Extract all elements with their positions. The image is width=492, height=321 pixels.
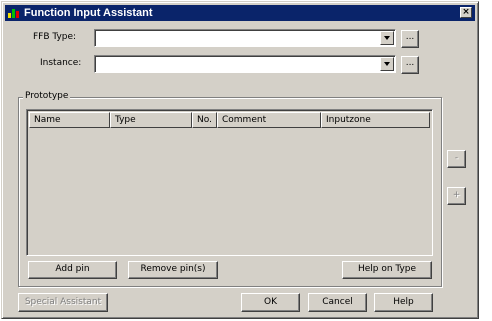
column-header-type[interactable]: Type — [110, 112, 192, 128]
column-header-name[interactable]: Name — [29, 112, 110, 128]
title-bar: Function Input Assistant × — [5, 5, 475, 21]
prototype-table[interactable]: Name Type No. Comment Inputzone — [26, 109, 433, 256]
ffb-type-browse-button[interactable]: ... — [401, 30, 419, 48]
column-header-comment[interactable]: Comment — [217, 112, 321, 128]
instance-combo[interactable] — [94, 55, 396, 73]
window-title: Function Input Assistant — [24, 7, 153, 19]
prototype-group-label: Prototype — [23, 91, 71, 101]
ok-button[interactable]: OK — [241, 293, 300, 312]
remove-pins-button[interactable]: Remove pin(s) — [128, 261, 218, 279]
app-icon — [8, 7, 20, 19]
move-up-button[interactable]: - — [447, 150, 466, 168]
ffb-type-combo[interactable] — [94, 29, 396, 47]
special-assistant-button[interactable]: Special Assistant — [18, 293, 108, 312]
instance-label: Instance: — [40, 58, 82, 68]
column-header-inputzone[interactable]: Inputzone — [321, 112, 430, 128]
chevron-down-icon[interactable] — [380, 57, 394, 71]
function-input-assistant-dialog: Function Input Assistant × FFB Type: ...… — [1, 1, 479, 319]
column-header-no[interactable]: No. — [192, 112, 217, 128]
ffb-type-label: FFB Type: — [33, 32, 77, 42]
chevron-down-icon[interactable] — [380, 31, 394, 45]
add-pin-button[interactable]: Add pin — [28, 261, 117, 279]
move-down-button[interactable]: + — [447, 187, 466, 205]
close-icon[interactable]: × — [460, 7, 472, 18]
cancel-button[interactable]: Cancel — [308, 293, 367, 312]
help-on-type-button[interactable]: Help on Type — [342, 261, 432, 279]
help-button[interactable]: Help — [374, 293, 433, 312]
instance-browse-button[interactable]: ... — [401, 56, 419, 74]
